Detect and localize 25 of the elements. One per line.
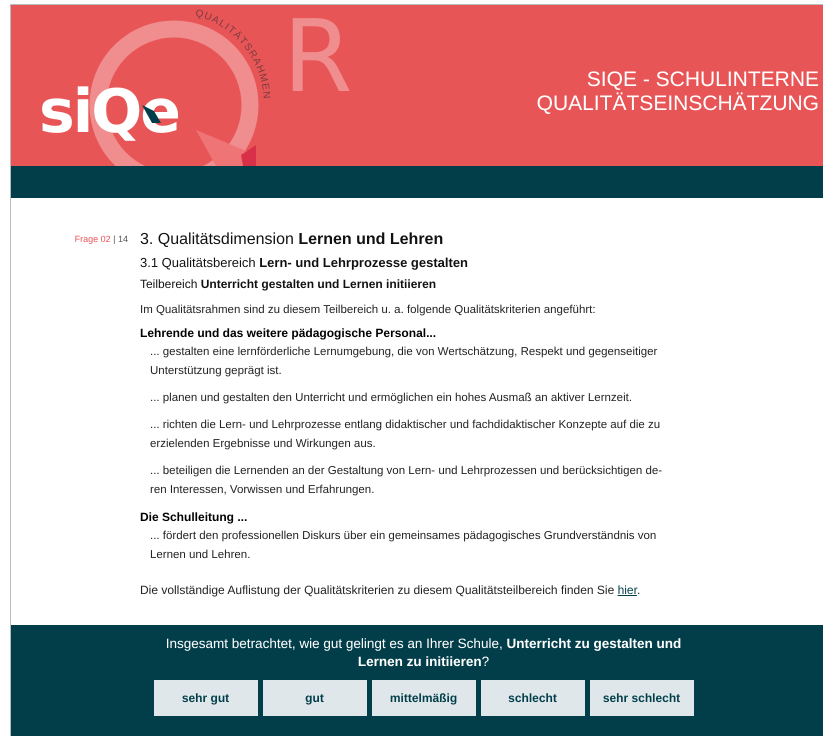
question-number: Frage 02 [74, 234, 111, 246]
group-heading: Lehrende und das weitere pädagogische Personal... [140, 325, 438, 342]
logo-wordmark: siQe [39, 77, 179, 147]
group-heading: Die Schulleitung ... [140, 509, 248, 526]
dimension-heading: 3. Qualitätsdimension Lernen und Lehren [140, 231, 444, 249]
intro-text: Im Qualitätsrahmen sind zu diesem Teilbereich u. a. folgende Qualitätskriterien angeführt: [140, 303, 597, 318]
separator: | [113, 234, 116, 246]
site-title: SIQE - SCHULINTERNE QUALITÄTSEINSCHÄTZUNG [536, 68, 819, 116]
criterion-text: ... beteiligen die Lernenden an der Gestaltung von Lern- und Lehrprozessen und berücksichtigen de- ren Interessen, Vorwissen und Erfahrungen. [150, 464, 662, 498]
criterion-text: ... richten die Lern- und Lehrprozesse entlang didaktischer und fachdidaktischer Konzepte auf die zu erzielenden Ergebnisse und Wirkungen aus. [150, 418, 662, 452]
rating-question: Insgesamt betrachtet, wie gut gelingt es an Ihrer Schule, Unterricht zu gestalten und Lernen zu initiieren? [164, 635, 682, 671]
decorative-letter: R [283, 5, 352, 115]
subarea-heading: Teilbereich Unterricht gestalten und Lernen initiieren [140, 277, 438, 291]
criterion-text: ... planen und gestalten den Unterricht und ermöglichen ein hohes Ausmaß an aktiver Lernzeit. [150, 391, 634, 406]
rating-button[interactable]: sehr gut [154, 680, 258, 716]
rating-button[interactable]: gut [262, 680, 366, 716]
criterion-text: ... fördert den professionellen Diskurs über ein gemeinsames pädagogisches Grundverständnis von Lernen und Lehren. [150, 529, 658, 563]
full-list-text: Die vollständige Auflistung der Qualitätskriterien zu diesem Qualitätsteilbereich finden Sie hier. [140, 582, 642, 599]
rating-button[interactable]: sehr schlecht [590, 680, 694, 716]
area-heading: 3.1 Qualitätsbereich Lern- und Lehrprozesse gestalten [140, 255, 469, 270]
rating-button[interactable]: mittelmäßig [372, 680, 476, 716]
here-link[interactable]: hier [618, 583, 637, 597]
rating-button[interactable]: schlecht [480, 680, 584, 716]
question-total: 14 [118, 234, 128, 246]
criterion-text: ... gestalten eine lernförderliche Lernumgebung, die von Wertschätzung, Respekt und gegenseitiger Unterstützung geprägt ist. [150, 345, 658, 379]
